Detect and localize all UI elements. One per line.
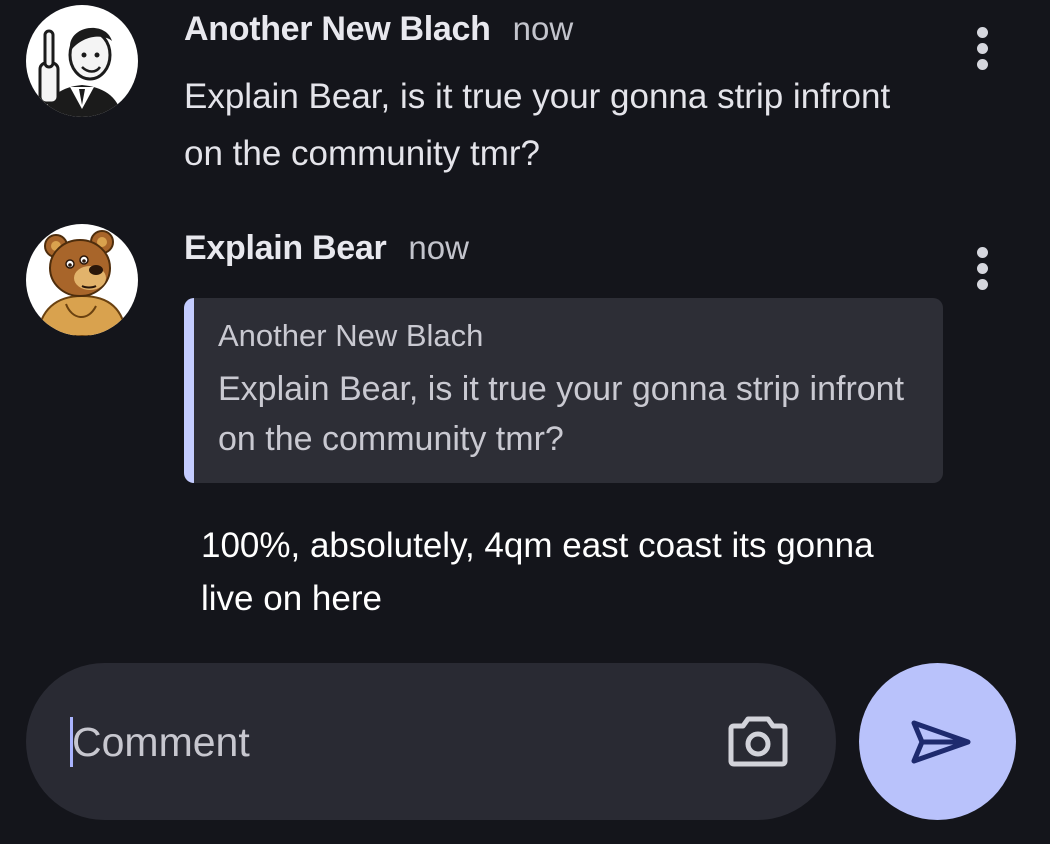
comment-input[interactable] — [70, 703, 674, 781]
comment-item: Explain Bear now Another New Blach Expla… — [0, 0, 1050, 640]
quoted-comment[interactable]: Another New Blach Explain Bear, is it tr… — [184, 298, 943, 483]
quoted-author: Another New Blach — [218, 318, 484, 353]
quoted-text: Explain Bear, is it true your gonna stri… — [218, 370, 905, 458]
send-button[interactable] — [859, 663, 1016, 820]
send-icon — [911, 720, 971, 764]
comment-composer — [26, 663, 836, 820]
quote-accent-bar — [184, 298, 194, 483]
comment-timestamp: now — [408, 229, 469, 266]
comment-thread: Another New Blach now Explain Bear, is i… — [0, 0, 1050, 844]
camera-icon-glyph — [728, 716, 788, 767]
comment-text: 100%, absolutely, 4qm east coast its gon… — [201, 526, 874, 618]
more-vert-icon[interactable] — [962, 241, 1004, 297]
bear-avatar-icon — [26, 224, 138, 336]
comment-author[interactable]: Explain Bear — [184, 229, 387, 268]
user-avatar[interactable] — [26, 224, 138, 336]
text-caret — [70, 717, 73, 767]
camera-icon[interactable] — [728, 711, 788, 769]
